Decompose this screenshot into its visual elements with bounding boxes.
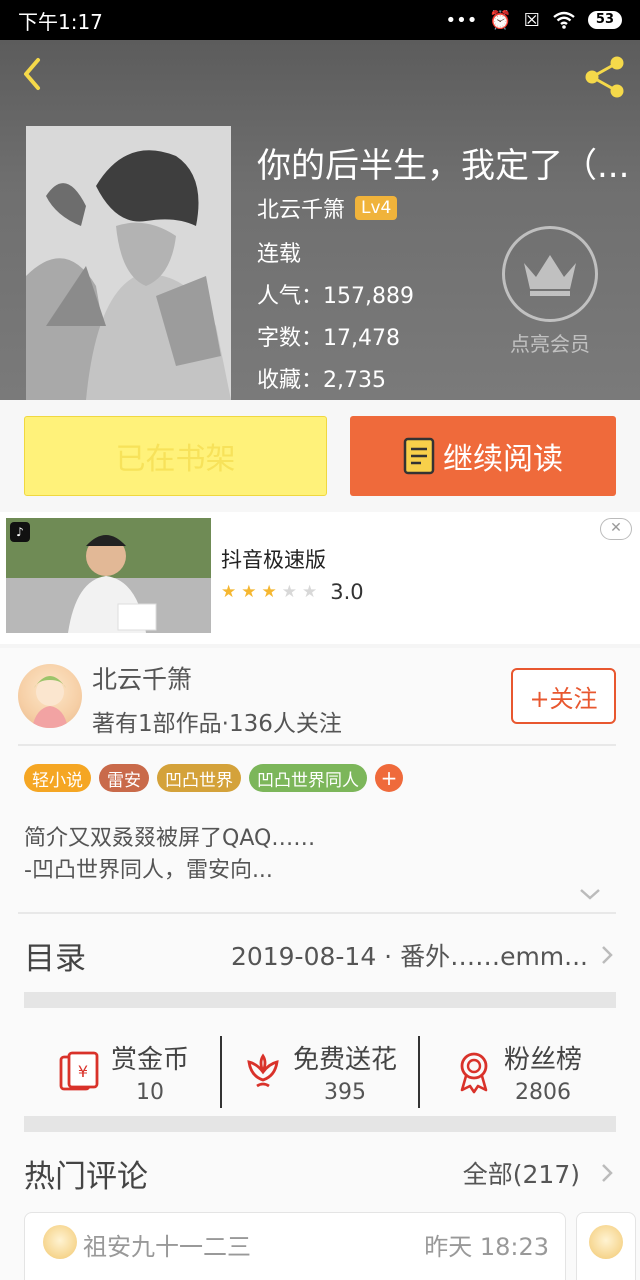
all-comments-link[interactable]: 全部(217) [463,1155,580,1191]
divider [18,912,616,914]
author-card-name[interactable]: 北云千箫 [92,660,192,696]
star-icon-filled: ★ [221,582,237,602]
expand-chevron-down-icon[interactable] [578,886,602,902]
popularity-count: 人气：157,889 [257,284,414,309]
stat-value: 10 [135,1080,164,1105]
hot-comments-header: 热门评论 全部(217) [24,1148,616,1198]
avatar-image [32,676,68,728]
svg-text:¥: ¥ [78,1062,88,1081]
status-icons: ••• ⏰ ☒ 53 [445,10,622,31]
chevron-right-icon [602,946,613,964]
divider [18,744,616,746]
serial-status: 连载 [257,242,302,267]
commenter-avatar[interactable] [589,1225,623,1259]
status-bar: 下午1:17 ••• ⏰ ☒ 53 [0,0,640,40]
on-shelf-label: 已在书架 [115,442,236,477]
vip-membership-button[interactable]: 点亮会员 [498,226,602,357]
ad-banner[interactable]: ♪ ✕ 抖音极速版 ★ ★ ★ ★ ★ 3.0 [0,512,640,644]
tag[interactable]: 轻小说 [24,764,91,792]
share-icon [585,56,624,98]
ad-close-button[interactable]: ✕ [600,518,632,540]
section-separator [24,992,616,1008]
battery-icon: 53 [587,11,622,29]
tag[interactable]: 雷安 [99,764,149,792]
star-icon-filled: ★ [241,582,257,602]
stat-value: 395 [323,1080,366,1105]
ad-score: 3.0 [330,580,364,604]
crown-icon [502,226,598,322]
commenter-avatar[interactable] [43,1225,77,1259]
comment-time: 昨天 18:23 [424,1233,549,1261]
tag[interactable]: 凹凸世界同人 [249,764,367,792]
add-tag-button[interactable]: + [375,764,403,792]
ad-image[interactable]: ♪ [6,518,211,633]
star-icon-empty: ★ [281,582,297,602]
on-shelf-button[interactable]: 已在书架 [24,416,327,496]
comment-card[interactable]: 祖安九十一二三 昨天 18:23 [24,1212,566,1280]
wifi-icon [552,11,576,29]
money-envelope-icon: ¥ [59,1051,99,1091]
section-separator [24,1116,616,1132]
continue-reading-label: 继续阅读 [443,442,563,477]
author-section: 北云千箫 著有1部作品·136人关注 +关注 轻小说 雷安 凹凸世界 凹凸世界同… [0,648,640,1280]
stat-value: 2806 [514,1080,571,1105]
notification-off-icon: ☒ [523,9,540,31]
book-cover[interactable] [26,126,231,400]
tag-list: 轻小说 雷安 凹凸世界 凹凸世界同人 + [24,764,403,792]
author-row: 北云千箫 Lv4 [257,192,398,224]
flower-icon [247,1053,279,1088]
favorites-count: 收藏：2,735 [257,368,386,393]
comment-card[interactable] [576,1212,636,1280]
support-stats: ¥ 赏金币 10 免费送花 395 粉丝榜 2806 [24,1024,616,1120]
ad-video-thumbnail: ♪ [6,518,211,633]
intro-line-2: -凹凸世界同人，雷安向... [24,858,273,883]
cover-illustration [26,126,231,400]
book-header: 你的后半生，我定了（... 北云千箫 Lv4 连载 人气：157,889 字数：… [0,40,640,400]
action-buttons: 已在书架 继续阅读 [0,400,640,512]
back-button[interactable] [14,54,54,94]
book-title: 你的后半生，我定了（... [257,146,627,186]
ad-rating: ★ ★ ★ ★ ★ 3.0 [221,580,364,604]
chevron-right-icon[interactable] [600,1162,614,1184]
reward-coins-button[interactable]: ¥ 赏金币 10 [24,1024,220,1120]
toc-label: 目录 [24,940,86,977]
table-of-contents-row[interactable]: 目录 2019-08-14 · 番外……emm... [24,930,616,980]
book-detail-page: 下午1:17 ••• ⏰ ☒ 53 你的后半生，我定了（... 北云千箫 Lv4… [0,0,640,1280]
commenter-name: 祖安九十一二三 [83,1233,251,1261]
medal-icon [460,1052,488,1094]
tag[interactable]: 凹凸世界 [157,764,241,792]
author-name[interactable]: 北云千箫 [257,192,345,224]
follow-button[interactable]: +关注 [511,668,616,724]
svg-text:♪: ♪ [16,525,24,539]
more-dots-icon: ••• [445,9,478,31]
ad-title: 抖音极速版 [221,548,326,572]
continue-reading-button[interactable]: 继续阅读 [350,416,616,496]
word-count: 字数：17,478 [257,326,400,351]
star-icon-empty: ★ [302,582,318,602]
share-button[interactable] [582,54,628,100]
stat-label: 赏金币 [110,1045,189,1075]
intro-line-1: 简介又双叒叕被屏了QAQ…… [24,826,316,851]
alarm-icon: ⏰ [489,9,512,31]
stat-label: 粉丝榜 [503,1045,582,1075]
toc-latest-chapter: 2019-08-14 · 番外……emm... [230,942,588,971]
vip-label: 点亮会员 [510,332,590,356]
hot-comments-title: 热门评论 [24,1158,148,1195]
star-icon-filled: ★ [261,582,277,602]
stat-label: 免费送花 [292,1045,397,1075]
send-flower-button[interactable]: 免费送花 395 [222,1024,418,1120]
book-icon [403,437,435,475]
author-avatar[interactable] [18,664,82,728]
author-card-stats: 著有1部作品·136人关注 [92,711,342,737]
status-time: 下午1:17 [18,9,103,34]
fan-ranking-button[interactable]: 粉丝榜 2806 [420,1024,616,1120]
chevron-left-icon [24,58,40,90]
level-badge: Lv4 [355,196,398,220]
